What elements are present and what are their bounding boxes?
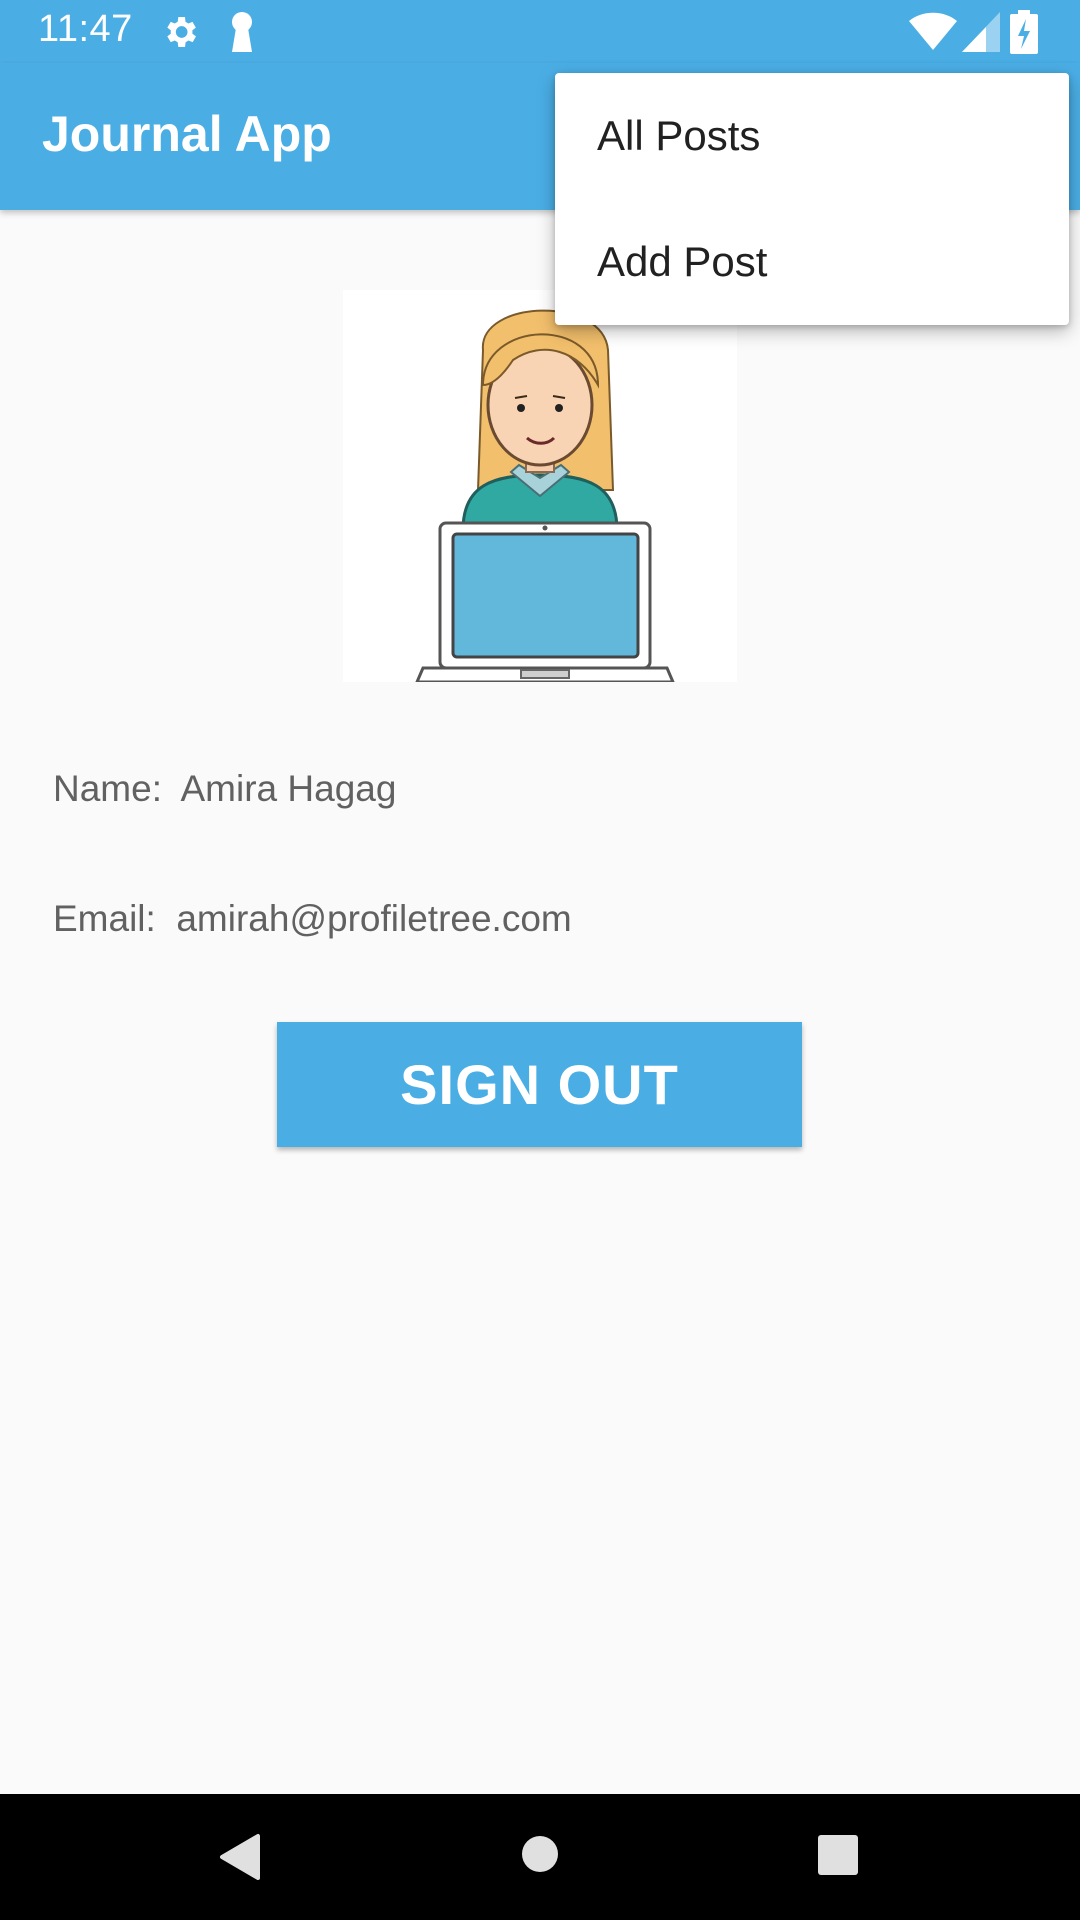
overflow-menu: All Posts Add Post — [555, 73, 1069, 325]
battery-charging-icon — [1010, 10, 1038, 59]
status-bar: 11:47 — [0, 0, 1080, 63]
back-icon[interactable] — [218, 1832, 262, 1887]
app-title: Journal App — [42, 106, 332, 162]
key-icon — [228, 10, 256, 59]
gear-icon — [160, 12, 200, 57]
menu-item-add-post[interactable]: Add Post — [555, 199, 1069, 325]
status-time: 11:47 — [38, 8, 133, 50]
wifi-icon — [908, 12, 958, 57]
home-icon[interactable] — [520, 1834, 560, 1879]
sign-out-button[interactable]: SIGN OUT — [277, 1022, 802, 1147]
woman-with-laptop-illustration — [414, 309, 676, 684]
profile-avatar — [343, 290, 737, 684]
navigation-bar — [0, 1794, 1080, 1920]
cell-signal-icon — [962, 12, 1000, 57]
profile-name: Name: Amira Hagag — [53, 768, 397, 809]
recents-icon[interactable] — [817, 1834, 859, 1881]
menu-item-all-posts[interactable]: All Posts — [555, 73, 1069, 199]
profile-email: Email: amirah@profiletree.com — [53, 898, 572, 939]
